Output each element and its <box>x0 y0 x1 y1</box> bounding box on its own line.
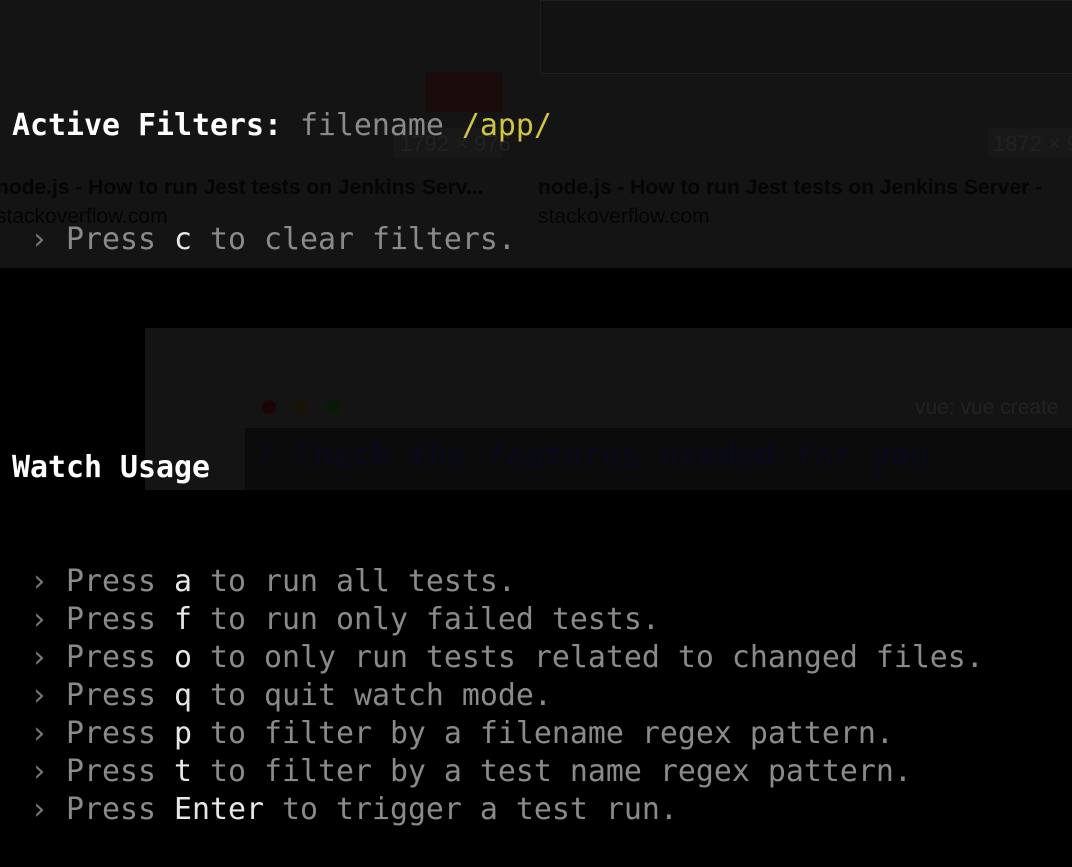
hint-prefix: Press <box>66 222 156 257</box>
hint-key: o <box>173 640 192 675</box>
filter-type: filename <box>299 108 444 143</box>
active-filters-line: Active Filters: filename /app/ <box>12 107 984 145</box>
hint-key: p <box>173 716 192 751</box>
hint-prefix: Press <box>66 602 156 637</box>
watch-usage-heading: Watch Usage <box>12 450 210 485</box>
watch-usage-item: › Press q to quit watch mode. <box>12 677 984 715</box>
chevron-right-icon: › <box>30 222 48 257</box>
hint-text: to run only failed tests. <box>209 602 660 637</box>
hint-prefix: Press <box>66 678 156 713</box>
clear-filters-hint: › Press c to clear filters. <box>12 221 984 259</box>
chevron-right-icon: › <box>30 678 48 713</box>
hint-key: c <box>173 222 192 257</box>
chevron-right-icon: › <box>30 716 48 751</box>
hint-key: q <box>173 678 192 713</box>
chevron-right-icon: › <box>30 792 48 827</box>
watch-usage-item: › Press t to filter by a test name regex… <box>12 753 984 791</box>
background-size-right: 1872 × 9 <box>993 131 1072 156</box>
hint-text: to quit watch mode. <box>209 678 552 713</box>
watch-usage-line: Watch Usage <box>12 449 984 487</box>
hint-key: Enter <box>173 792 264 827</box>
hint-key: a <box>173 564 192 599</box>
watch-usage-item: › Press a to run all tests. <box>12 563 984 601</box>
chevron-right-icon: › <box>30 564 48 599</box>
watch-usage-item: › Press f to run only failed tests. <box>12 601 984 639</box>
filter-pattern: /app/ <box>461 108 552 143</box>
active-filters-heading: Active Filters: <box>12 108 282 143</box>
hint-text: to filter by a test name regex pattern. <box>209 754 912 789</box>
hint-text: to filter by a filename regex pattern. <box>209 716 894 751</box>
hint-prefix: Press <box>66 640 156 675</box>
chevron-right-icon: › <box>30 640 48 675</box>
jest-watch-output: Active Filters: filename /app/ › Press c… <box>12 31 984 867</box>
hint-text: to only run tests related to changed fil… <box>209 640 984 675</box>
watch-usage-item: › Press p to filter by a filename regex … <box>12 715 984 753</box>
hint-prefix: Press <box>66 792 156 827</box>
chevron-right-icon: › <box>30 754 48 789</box>
watch-usage-item: › Press Enter to trigger a test run. <box>12 791 984 829</box>
hint-text: to run all tests. <box>209 564 516 599</box>
chevron-right-icon: › <box>30 602 48 637</box>
hint-text: to clear filters. <box>209 222 516 257</box>
hint-text: to trigger a test run. <box>281 792 678 827</box>
hint-prefix: Press <box>66 716 156 751</box>
hint-prefix: Press <box>66 754 156 789</box>
hint-prefix: Press <box>66 564 156 599</box>
watch-usage-item: › Press o to only run tests related to c… <box>12 639 984 677</box>
hint-key: t <box>173 754 192 789</box>
hint-key: f <box>173 602 192 637</box>
